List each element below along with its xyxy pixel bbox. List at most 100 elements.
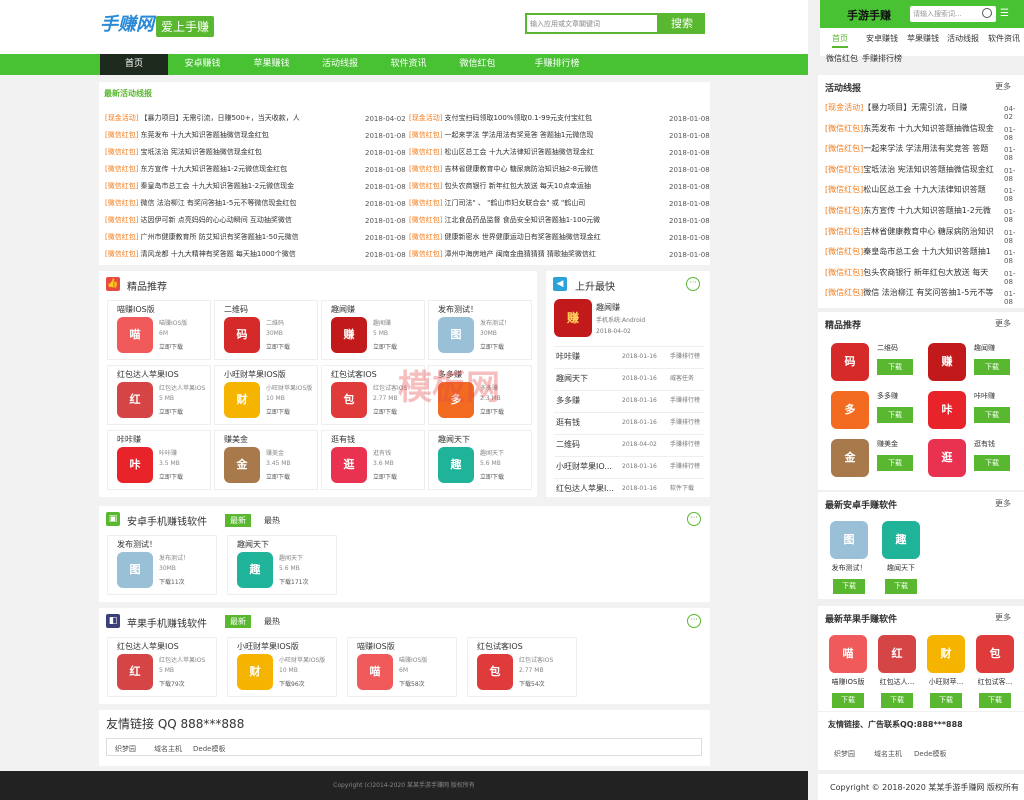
news-text[interactable]: 健康新密水 世界健康运动日有奖答题抽微信现金红 [444,233,600,241]
friend-link[interactable]: Dede模板 [914,749,946,759]
nav-item-0[interactable]: 首页 [100,54,168,75]
tab-apple-new[interactable]: 最新 [225,615,251,628]
tab-android-new[interactable]: 最新 [225,514,251,527]
app-name[interactable]: 小旺财苹... [922,677,970,687]
site-logo[interactable]: 手赚网 [100,10,154,36]
friend-link[interactable]: 织梦园 [115,744,136,754]
download-button[interactable]: 下载 [833,579,865,594]
app-card[interactable]: 红包达人苹果IOS 红红包达人苹果IOS 5 MB 下载79次 [107,637,217,697]
rising-name[interactable]: 咔咔赚 [556,348,618,366]
mobile-nav-item-4[interactable]: 软件资讯 [988,30,1020,48]
friend-link[interactable]: 织梦园 [834,749,855,759]
app-name[interactable]: 咔咔赚 [974,391,995,401]
tab-android-hot[interactable]: 最热 [259,514,285,527]
news-text[interactable]: 东莞发布 十九大知识答题抽微信现金红包 [140,131,268,139]
download-link[interactable]: 立即下载 [159,407,183,416]
app-icon[interactable]: 码 [224,317,260,353]
download-link[interactable]: 立即下载 [266,342,290,351]
mobile-news-row[interactable]: [微信红包]一起来学法 学法用法有奖竞答 答题 [825,139,1001,159]
nav-item-2[interactable]: 苹果赚钱 [237,54,306,75]
rising-category[interactable]: 手赚排行榜 [670,348,700,366]
mobile-app-item[interactable]: 财小旺财苹... 下载 [922,635,970,715]
news-text[interactable]: 秦皇岛市总工会 十九大知识答题抽1-2元微信现金 [140,182,294,190]
download-link[interactable]: 立即下载 [266,472,290,481]
app-icon[interactable]: 喵 [829,635,867,673]
news-row-right[interactable]: [微信红包] 一起来学法 学法用法有奖竞答 答题抽1元微信现 [409,127,664,144]
download-button[interactable]: 下载 [881,693,913,708]
download-link[interactable]: 立即下载 [373,342,397,351]
mobile-nav-item-1[interactable]: 安卓赚钱 [866,30,898,48]
mobile-app-item[interactable]: 图发布测试！ 下载 [825,521,873,601]
app-icon[interactable]: 金 [831,439,869,477]
news-text[interactable]: 一起来学法 学法用法有奖竞答 答题抽1元微信现 [444,131,593,139]
app-icon[interactable]: 趣 [237,552,273,588]
news-text[interactable]: 微信 法治柳江 有奖问答抽1-5元不等微信现金红包 [140,199,296,207]
mobile-featured-more[interactable]: 更多 [995,318,1011,329]
app-icon[interactable]: 码 [831,343,869,381]
app-icon[interactable]: 包 [477,654,513,690]
nav-item-1[interactable]: 安卓赚钱 [168,54,237,75]
app-name[interactable]: 红包达人... [873,677,921,687]
news-text[interactable]: 一起来学法 学法用法有奖竞答 答题 [863,144,988,153]
download-link[interactable]: 立即下载 [480,342,504,351]
news-text[interactable]: 清风龙都 十九大精神有奖答题 每天抽1000个微信 [140,250,295,258]
download-button[interactable]: 下载 [930,693,962,708]
rising-name[interactable]: 小旺财苹果IO... [556,458,618,476]
mobile-app-item[interactable]: 逛逛有钱 下载 [923,436,1018,480]
mobile-app-item[interactable]: 金赚美金 下载 [826,436,921,480]
app-icon[interactable]: 喵 [357,654,393,690]
nav-item-4[interactable]: 软件资讯 [374,54,443,75]
mobile-nav-item-3[interactable]: 活动线报 [947,30,979,48]
app-card[interactable]: 趣闻天下趣趣闻天下 5.6 MB 立即下载 [428,430,532,490]
rising-category[interactable]: 手赚排行榜 [670,414,700,432]
rising-name[interactable]: 趣闻天下 [556,370,618,388]
app-icon[interactable]: 多 [831,391,869,429]
app-card[interactable]: 红包达人苹果IOS 红红包达人苹果IOS 5 MB 立即下载 [107,365,211,425]
news-row-right[interactable]: [微信红包] 健康新密水 世界健康运动日有奖答题抽微信现金红 [409,229,664,246]
news-text[interactable]: 吉林省健康教育中心 糖尿病防治知识抽2-8元微信 [444,165,598,173]
app-card[interactable]: 趣闻赚赚趣闻赚 5 MB 立即下载 [321,300,425,360]
mobile-app-item[interactable]: 包红包试客... 下载 [971,635,1019,715]
app-name[interactable]: 喵赚IOS版 [357,641,395,652]
app-icon[interactable]: 包 [976,635,1014,673]
app-card[interactable]: 赚美金金赚美金 3.45 MB 立即下载 [214,430,318,490]
app-icon[interactable]: 趣 [882,521,920,559]
rising-category[interactable]: 威客任务 [670,370,694,388]
app-name[interactable]: 趣闻天下 [877,563,925,573]
app-icon[interactable]: 红 [878,635,916,673]
rising-top-icon[interactable]: 赚 [554,299,592,337]
news-row-left[interactable]: [微信红包] 微信 法治柳江 有奖问答抽1-5元不等微信现金红包 [105,195,360,212]
nav-item-5[interactable]: 微信红包 [443,54,512,75]
rising-category[interactable]: 软件下载 [670,480,694,498]
download-link[interactable]: 立即下载 [373,472,397,481]
app-icon[interactable]: 图 [117,552,153,588]
app-card[interactable]: 咔咔赚咔咔咔赚 3.5 MB 立即下载 [107,430,211,490]
rising-name[interactable]: 多多赚 [556,392,618,410]
app-card[interactable]: 小旺财苹果IOS版财小旺财苹果IOS版 10 MB 立即下载 [214,365,318,425]
app-name[interactable]: 赚美金 [224,434,248,445]
app-icon[interactable]: 金 [224,447,260,483]
rising-name[interactable]: 二维码 [556,436,618,454]
nav-item-6[interactable]: 手赚排行榜 [512,54,602,75]
app-name[interactable]: 趣闻天下 [438,434,470,445]
mobile-app-item[interactable]: 码二维码 下载 [826,340,921,384]
news-text[interactable]: 达因伊可新 点亮妈妈的心心动瞬间 互动抽奖微信 [140,216,291,224]
news-text[interactable]: 松山区总工会 十九大法律知识答题抽微信现金红 [444,148,593,156]
search-button[interactable]: 搜索 [659,13,705,34]
news-text[interactable]: 包头农商银行 新年红包大放送 每天10点幸运抽 [444,182,590,190]
app-card[interactable]: 喵赚IOS版喵喵赚IOS版 6M 下载58次 [347,637,457,697]
search-input[interactable]: 输入应用或文章關键词 [525,13,659,34]
app-icon[interactable]: 逛 [331,447,367,483]
news-row-right[interactable]: [现金活动] 支付宝扫码领取100%领取0.1-99元支付宝红包 [409,110,664,127]
app-icon[interactable]: 赚 [331,317,367,353]
app-name[interactable]: 咔咔赚 [117,434,141,445]
app-name[interactable]: 趣闻赚 [331,304,355,315]
news-row-left[interactable]: [现金活动] 【暴力项目】无需引流，日赚500+，当天收款，人 [105,110,360,127]
news-text[interactable]: 支付宝扫码领取100%领取0.1-99元支付宝红包 [444,114,592,122]
app-name[interactable]: 红包试客IOS [477,641,523,652]
app-card[interactable]: 二维码码二维码 30MB 立即下载 [214,300,318,360]
more-icon[interactable]: ··· [687,614,701,628]
nav-item-3[interactable]: 活动线报 [306,54,374,75]
app-name[interactable]: 发布测试！ [825,563,873,573]
rising-category[interactable]: 手赚排行榜 [670,458,700,476]
